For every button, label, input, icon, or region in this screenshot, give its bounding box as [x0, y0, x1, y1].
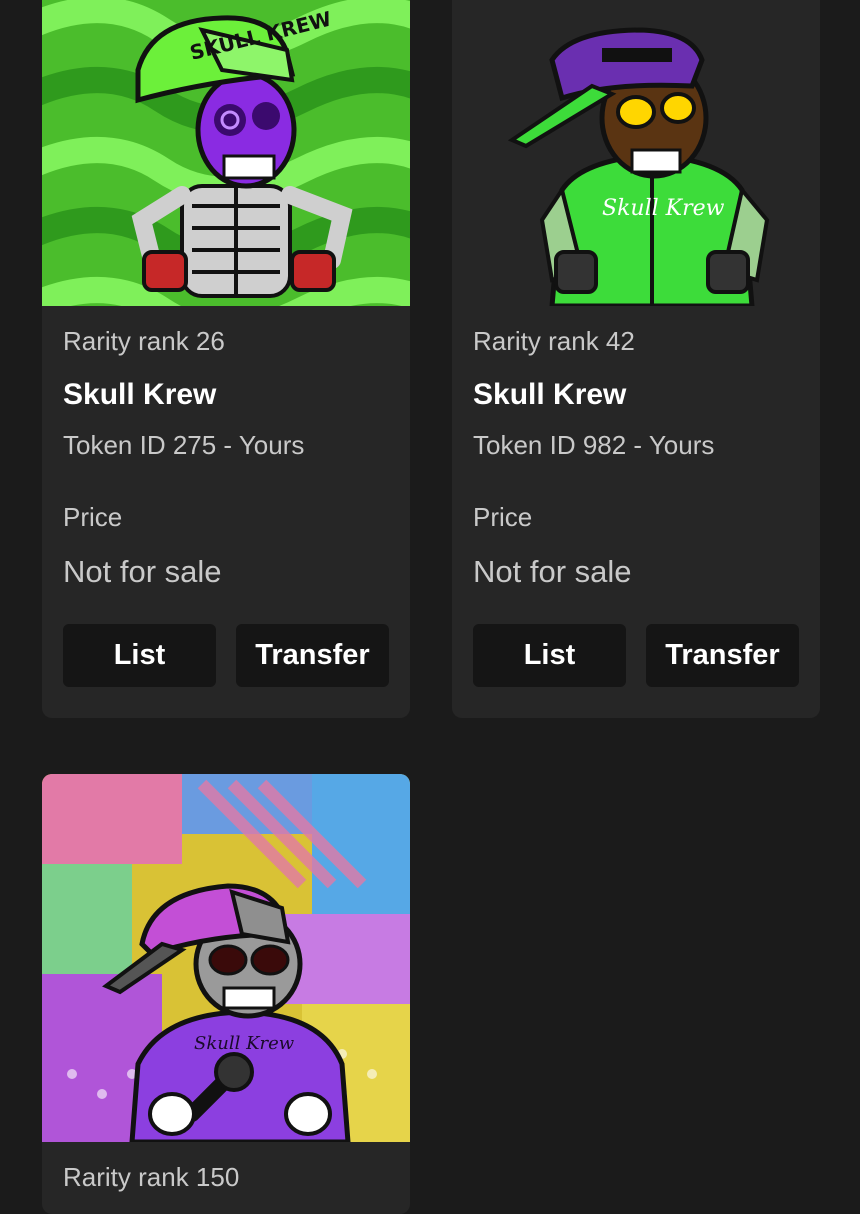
price-label: Price [63, 502, 123, 532]
list-button[interactable]: List [63, 624, 216, 687]
token-id: Token ID 275 - Yours [63, 430, 305, 460]
nft-image-green-skull[interactable]: SKULL KREW [42, 0, 410, 306]
nft-card-1[interactable]: SKULL KREW Rarity rank 26 Skull Krew Tok… [42, 0, 410, 718]
collection-name: Skull Krew [473, 378, 627, 411]
nft-image-purple-jacket-skull[interactable]: Skull Krew [42, 774, 410, 1142]
rarity-rank: Rarity rank 42 [473, 326, 635, 356]
token-id: Token ID 982 - Yours [473, 430, 715, 460]
svg-text:Skull Krew: Skull Krew [194, 1033, 295, 1054]
transfer-button[interactable]: Transfer [236, 624, 389, 687]
svg-text:Skull Krew: Skull Krew [602, 196, 725, 221]
price-label: Price [473, 502, 533, 532]
nft-card-3[interactable]: Skull Krew Rarity rank 150 [42, 774, 410, 1214]
transfer-button[interactable]: Transfer [646, 624, 799, 687]
nft-card-2[interactable]: Skull Krew Rarity rank 42 Skull Krew Tok… [452, 0, 820, 718]
price-value: Not for sale [473, 554, 632, 589]
rarity-rank: Rarity rank 26 [63, 326, 225, 356]
nft-image-brown-skull[interactable]: Skull Krew [452, 0, 820, 306]
rarity-rank: Rarity rank 150 [63, 1162, 240, 1192]
price-value: Not for sale [63, 554, 222, 589]
list-button[interactable]: List [473, 624, 626, 687]
collection-name: Skull Krew [63, 378, 217, 411]
